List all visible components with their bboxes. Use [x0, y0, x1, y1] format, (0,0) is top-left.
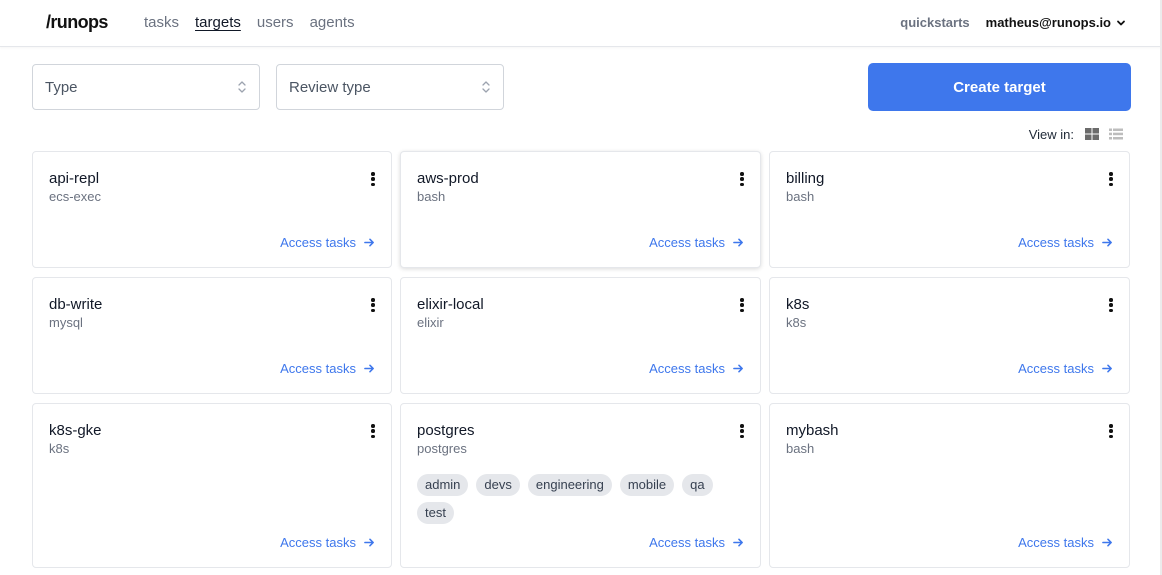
user-email: matheus@runops.io [985, 15, 1111, 30]
tag: qa [682, 474, 713, 496]
arrow-right-icon [733, 538, 743, 547]
target-name: aws-prod [417, 170, 479, 187]
more-vertical-icon[interactable] [367, 170, 379, 188]
selector-icon [238, 81, 246, 93]
access-tasks-label: Access tasks [1018, 235, 1094, 250]
top-nav-bar: /runops tasks targets users agents quick… [0, 0, 1162, 47]
view-in-label: View in: [1028, 126, 1074, 142]
target-name: postgres [417, 422, 475, 439]
target-card[interactable]: db-write mysql Access tasks [32, 277, 392, 394]
target-type: mysql [49, 315, 83, 330]
access-tasks-label: Access tasks [280, 535, 356, 550]
type-select-value: Type [45, 78, 78, 96]
review-type-select-value: Review type [289, 78, 371, 96]
access-tasks-link[interactable]: Access tasks [280, 235, 375, 250]
arrow-right-icon [364, 238, 374, 247]
target-type: elixir [417, 315, 444, 330]
target-card[interactable]: api-repl ecs-exec Access tasks [32, 151, 392, 268]
list-view-icon[interactable] [1108, 126, 1124, 142]
access-tasks-link[interactable]: Access tasks [649, 235, 744, 250]
target-name: api-repl [49, 170, 100, 187]
target-card[interactable]: billing bash Access tasks [769, 151, 1130, 268]
create-target-button[interactable]: Create target [868, 63, 1131, 111]
review-type-select[interactable]: Review type [276, 64, 504, 110]
targets-page: /runops tasks targets users agents quick… [0, 0, 1162, 575]
access-tasks-label: Access tasks [1018, 535, 1094, 550]
target-type: bash [786, 189, 815, 204]
runops-logo[interactable]: /runops [46, 12, 108, 33]
access-tasks-label: Access tasks [649, 235, 725, 250]
target-card[interactable]: aws-prod bash Access tasks [400, 151, 761, 268]
access-tasks-label: Access tasks [649, 535, 725, 550]
tag: test [417, 502, 454, 524]
selector-icon [482, 81, 490, 93]
target-card[interactable]: mybash bash Access tasks [769, 403, 1130, 568]
arrow-right-icon [364, 538, 374, 547]
more-vertical-icon[interactable] [367, 422, 379, 440]
more-vertical-icon[interactable] [736, 422, 748, 440]
target-type: bash [417, 189, 446, 204]
tag-list: admin devs engineering mobile qa test [417, 474, 737, 524]
access-tasks-label: Access tasks [280, 235, 356, 250]
nav-targets[interactable]: targets [195, 14, 241, 31]
target-card[interactable]: k8s-gke k8s Access tasks [32, 403, 392, 568]
access-tasks-link[interactable]: Access tasks [280, 361, 375, 376]
quickstarts-link[interactable]: quickstarts [900, 15, 969, 30]
arrow-right-icon [1102, 238, 1112, 247]
target-card[interactable]: postgres postgres admin devs engineering… [400, 403, 761, 568]
type-select[interactable]: Type [32, 64, 260, 110]
more-vertical-icon[interactable] [736, 296, 748, 314]
target-name: db-write [49, 296, 103, 313]
access-tasks-link[interactable]: Access tasks [280, 535, 375, 550]
target-name: k8s [786, 296, 810, 313]
more-vertical-icon[interactable] [736, 170, 748, 188]
nav-agents[interactable]: agents [310, 14, 355, 31]
target-card[interactable]: elixir-local elixir Access tasks [400, 277, 761, 394]
access-tasks-label: Access tasks [649, 361, 725, 376]
access-tasks-link[interactable]: Access tasks [1018, 235, 1113, 250]
more-vertical-icon[interactable] [1105, 170, 1117, 188]
access-tasks-link[interactable]: Access tasks [649, 535, 744, 550]
tag: admin [417, 474, 469, 496]
more-vertical-icon[interactable] [1105, 422, 1117, 440]
access-tasks-link[interactable]: Access tasks [1018, 535, 1113, 550]
target-card[interactable]: k8s k8s Access tasks [769, 277, 1130, 394]
tag: devs [476, 474, 520, 496]
view-toggle: View in: [1029, 126, 1124, 142]
main-nav: tasks targets users agents [144, 14, 355, 31]
user-menu[interactable]: matheus@runops.io [986, 15, 1126, 30]
arrow-right-icon [733, 238, 743, 247]
access-tasks-link[interactable]: Access tasks [649, 361, 744, 376]
header-right: quickstarts matheus@runops.io [900, 15, 1126, 30]
arrow-right-icon [1102, 538, 1112, 547]
target-type: k8s [786, 315, 807, 330]
target-type: bash [786, 441, 815, 456]
arrow-right-icon [1102, 364, 1112, 373]
nav-tasks[interactable]: tasks [144, 14, 179, 31]
access-tasks-label: Access tasks [1018, 361, 1094, 376]
arrow-right-icon [364, 364, 374, 373]
target-name: billing [786, 170, 825, 187]
tag: engineering [527, 474, 612, 496]
target-name: mybash [786, 422, 839, 439]
target-type: k8s [49, 441, 70, 456]
chevron-down-icon [1117, 20, 1125, 25]
arrow-right-icon [733, 364, 743, 373]
target-type: ecs-exec [49, 189, 102, 204]
targets-grid: api-repl ecs-exec Access tasks aws-prod … [32, 151, 1131, 568]
grid-view-icon[interactable] [1084, 126, 1100, 142]
more-vertical-icon[interactable] [367, 296, 379, 314]
target-type: postgres [417, 441, 467, 456]
tag: mobile [619, 474, 675, 496]
access-tasks-link[interactable]: Access tasks [1018, 361, 1113, 376]
target-name: elixir-local [417, 296, 484, 313]
access-tasks-label: Access tasks [280, 361, 356, 376]
target-name: k8s-gke [49, 422, 102, 439]
more-vertical-icon[interactable] [1105, 296, 1117, 314]
nav-users[interactable]: users [257, 14, 294, 31]
